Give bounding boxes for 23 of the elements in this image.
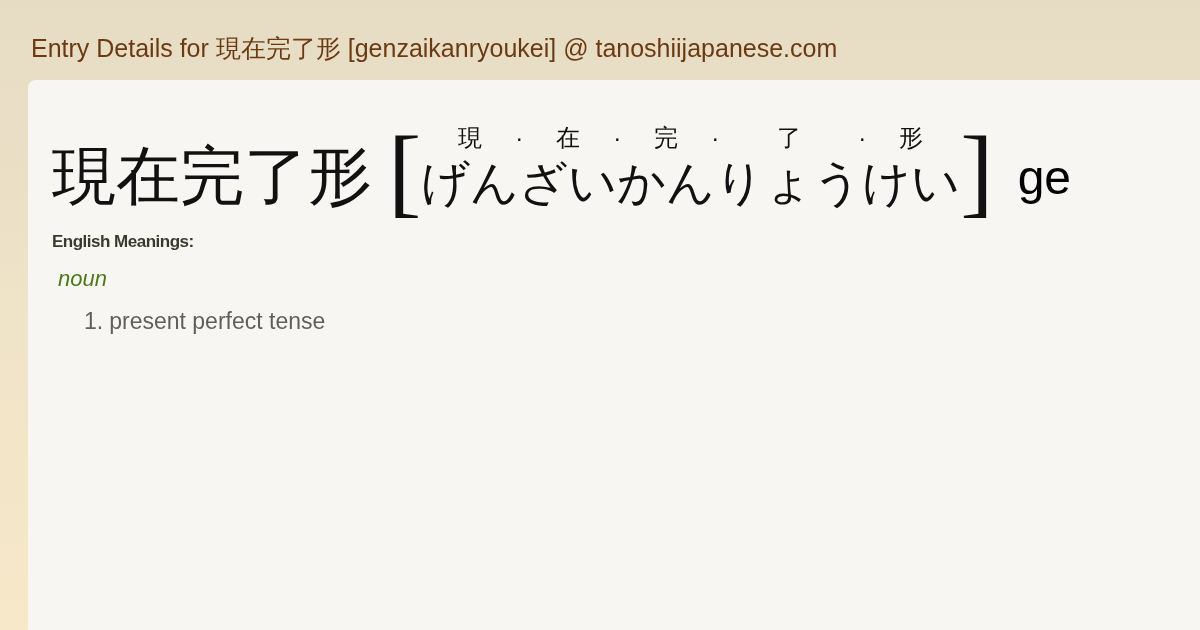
- furigana-kanji: 形: [899, 126, 924, 150]
- romaji-reading: ge: [1017, 154, 1071, 202]
- furigana-separator: ·: [515, 126, 524, 150]
- kana-reading: けい: [862, 158, 961, 206]
- kana-reading: かん: [617, 158, 716, 206]
- kana-reading: ざい: [519, 158, 618, 206]
- furigana-kanji: 完: [654, 126, 679, 150]
- furigana-separator: ·: [711, 126, 720, 150]
- bracket: ]: [960, 122, 994, 222]
- part-of-speech: noun: [58, 266, 108, 292]
- furigana-kanji: 了: [776, 126, 801, 150]
- bracket: [: [388, 122, 422, 222]
- kana-reading: りょう: [715, 158, 863, 206]
- sense-text: present perfect tense: [109, 308, 326, 335]
- furigana-kanji: 現: [458, 126, 483, 150]
- headword: 現在完了形: [52, 144, 372, 208]
- page-title: Entry Details for 現在完了形 [genzaikanryoukei] @ tanoshiijapanese.com: [30, 33, 839, 64]
- furigana-kanji: 在: [556, 126, 581, 150]
- furigana-separator: ·: [858, 126, 867, 150]
- kana-reading: げん: [421, 158, 520, 206]
- meanings-heading: English Meanings:: [52, 232, 195, 252]
- furigana-separator: ·: [613, 126, 622, 150]
- sense-number: 1.: [84, 308, 104, 335]
